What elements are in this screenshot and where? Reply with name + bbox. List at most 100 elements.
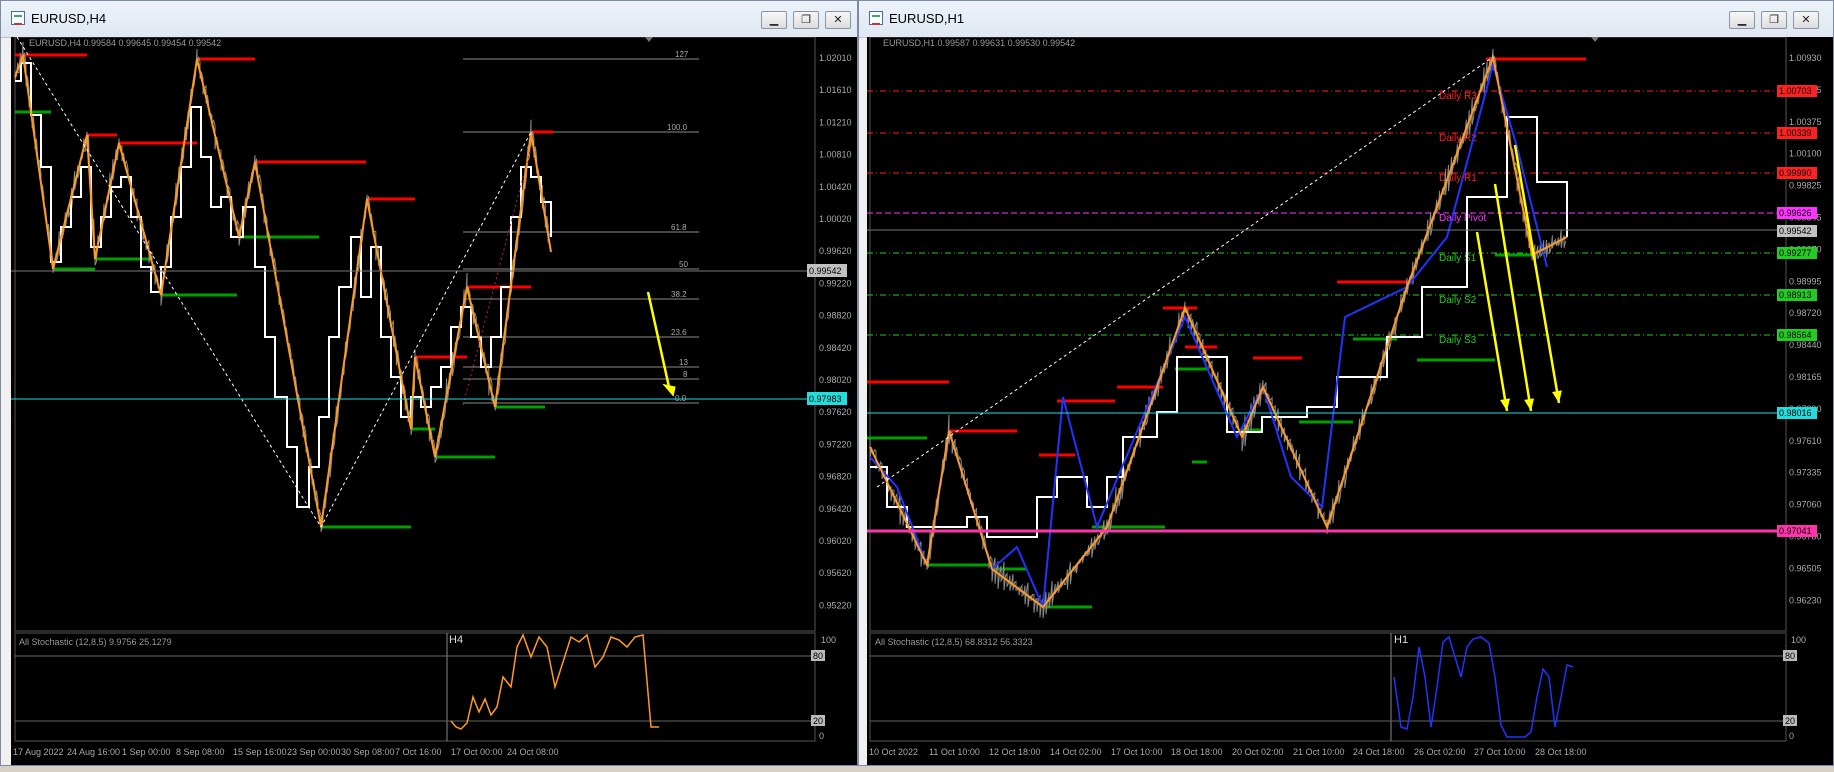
time-tick-label: 12 Oct 18:00 [989,747,1041,757]
window-eurusd-h4[interactable]: EURUSD,H4 ▁ ❐ ✕ EURUSD,H4 0.99584 0.9964… [0,0,858,766]
fib-level-label: 100.0 [667,123,688,132]
minimize-button[interactable]: ▁ [1729,11,1755,29]
pivot-price-label: 0.99277 [1779,248,1812,258]
zigzag-line [869,53,1568,609]
price-tick-label: 0.96505 [1789,563,1822,573]
price-tick-label: 1.01210 [819,117,852,127]
time-tick-label: 26 Oct 02:00 [1414,747,1466,757]
dashed-trendline [16,36,532,529]
stochastic-timeframe: H1 [1394,634,1408,646]
magenta-price-label: 0.97041 [1779,526,1812,536]
stoch-label-80: 80 [813,651,823,661]
chart-header: EURUSD,H4 0.99584 0.99645 0.99454 0.9954… [29,38,221,48]
close-button[interactable]: ✕ [1793,11,1819,29]
forecast-arrow [1475,231,1510,412]
minimize-icon: ▁ [769,14,779,26]
chart-canvas-h4[interactable]: EURUSD,H4 0.99584 0.99645 0.99454 0.9954… [11,36,857,767]
price-tick-label: 0.96020 [819,536,852,546]
minimize-icon: ▁ [1737,14,1747,26]
support-resistance-lines [867,57,1586,609]
chart-window-icon [869,11,883,25]
pivot-name-label: Daily S2 [1439,295,1477,306]
stoch-label-0: 0 [819,731,824,741]
time-tick-label: 17 Aug 2022 [13,747,64,757]
dashed-trendline [876,56,1494,488]
price-tick-label: 0.98995 [1789,276,1822,286]
time-tick-label: 27 Oct 10:00 [1474,747,1526,757]
price-tick-label: 1.00930 [1789,53,1822,63]
price-tick-label: 1.00100 [1789,149,1822,159]
price-tick-label: 0.96820 [819,472,852,482]
scroll-marker-icon [1591,37,1599,42]
price-tick-label: 0.98720 [1789,308,1822,318]
stochastic-frame [14,632,816,742]
time-tick-label: 28 Oct 18:00 [1535,747,1587,757]
price-tick-label: 0.97610 [1789,436,1822,446]
time-tick-label: 24 Oct 18:00 [1353,747,1405,757]
stoch-label-20: 20 [813,716,823,726]
time-tick-label: 21 Oct 10:00 [1293,747,1345,757]
chart-header: EURUSD,H1 0.99587 0.99631 0.99530 0.9954… [883,38,1075,48]
chart-area-h1[interactable]: EURUSD,H1 0.99587 0.99631 0.99530 0.9954… [867,36,1833,767]
close-icon: ✕ [833,14,843,26]
price-tick-label: 0.99620 [819,246,852,256]
arrow-shaft [1475,231,1509,412]
restore-button[interactable]: ❐ [1761,11,1787,29]
window-title: EURUSD,H4 [31,11,107,26]
price-tick-label: 1.00420 [819,182,852,192]
close-button[interactable]: ✕ [825,11,851,29]
fib-level-label: 61.8 [671,223,687,232]
price-tick-label: 0.97220 [819,439,852,449]
price-tick-label: 0.97335 [1789,468,1822,478]
fib-level-label: 23.6 [671,328,687,337]
price-tick-label: 0.95620 [819,568,852,578]
price-tick-label: 0.98165 [1789,372,1822,382]
price-tick-label: 1.00375 [1789,117,1822,127]
time-tick-label: 10 Oct 2022 [869,747,918,757]
time-tick-label: 7 Oct 16:00 [395,747,442,757]
time-tick-label: 24 Oct 08:00 [507,747,559,757]
arrow-head-icon [1552,390,1562,403]
main-plot-frame [869,36,1787,632]
price-tick-label: 0.99825 [1789,181,1822,191]
time-tick-label: 20 Oct 02:00 [1232,747,1284,757]
stochastic-timeframe: H4 [449,634,463,646]
price-tick-label: 0.98020 [819,375,852,385]
pivot-price-label: 1.00703 [1779,86,1812,96]
restore-button[interactable]: ❐ [793,11,819,29]
current-price-label: 0.99542 [809,266,842,276]
time-axis: 10 Oct 2022 11 Oct 10:00 12 Oct 18:00 14 Oc… [869,747,1587,757]
time-tick-label: 18 Oct 18:00 [1171,747,1223,757]
chart-area-h4[interactable]: EURUSD,H4 0.99584 0.99645 0.99454 0.9954… [11,36,857,767]
window-eurusd-h1[interactable]: EURUSD,H1 ▁ ❐ ✕ EURUSD,H1 0.99587 0.9963… [858,0,1834,766]
time-tick-label: 8 Sep 08:00 [176,747,225,757]
pivot-name-label: Daily S3 [1439,335,1477,346]
arrow-head-icon [1500,398,1510,411]
time-tick-label: 11 Oct 10:00 [929,747,980,757]
stochastic-line [1393,635,1574,738]
arrow-shaft [1513,144,1561,404]
arrow-head-icon [1524,398,1535,411]
chart-canvas-h1[interactable]: EURUSD,H1 0.99587 0.99631 0.99530 0.9954… [867,36,1833,767]
price-tick-label: 0.98440 [1789,340,1822,350]
pivot-price-label: 0.99990 [1779,168,1812,178]
title-bar[interactable]: EURUSD,H1 ▁ ❐ ✕ [859,1,1833,38]
fib-level-label: 13 [679,358,688,367]
cyan-price-label: 0.98016 [1779,408,1812,418]
scroll-marker-icon [645,37,653,42]
stoch-label-100: 100 [1791,635,1806,645]
price-tick-label: 1.01610 [819,85,852,95]
pivot-price-label: 1.00339 [1779,128,1812,138]
pivot-price-label: 0.98913 [1779,290,1812,300]
price-tick-label: 0.97620 [819,407,852,417]
fib-level-label: 127 [675,50,689,59]
time-tick-label: 24 Aug 16:00 [67,747,120,757]
pivot-name-label: Daily R3 [1439,91,1477,102]
restore-icon: ❐ [1769,14,1779,26]
time-tick-label: 23 Sep 00:00 [287,747,341,757]
pivot-name-label: Daily S1 [1439,253,1477,264]
minimize-button[interactable]: ▁ [761,11,787,29]
forecast-arrow [1513,144,1562,404]
price-tick-label: 0.97060 [1789,500,1822,510]
title-bar[interactable]: EURUSD,H4 ▁ ❐ ✕ [1,1,857,38]
